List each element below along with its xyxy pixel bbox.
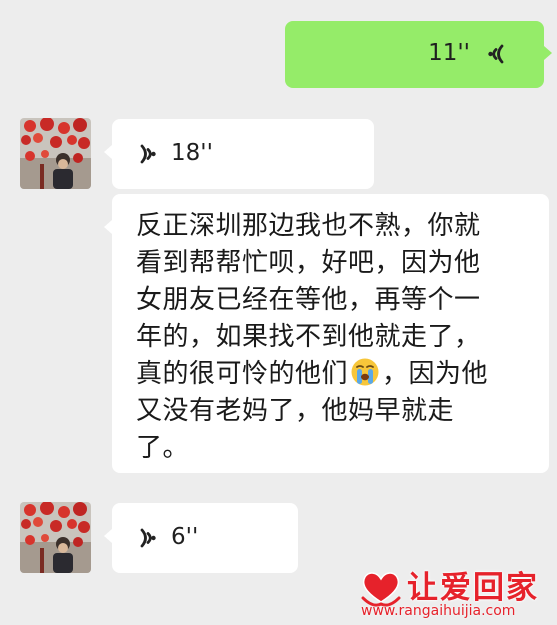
message-line: 女朋友已经在等他，再等个一 [136, 285, 481, 315]
message-line: 年的，如果找不到他就走了， [136, 322, 481, 352]
message-text: 反正深圳那边我也不熟，你就 看到帮帮忙呗，好吧，因为他 女朋友已经在等他，再等个… [136, 208, 529, 467]
message-line: 又没有老妈了，他妈早就走 [136, 396, 455, 426]
message-line: 真的很可怜的他们 ，因为他 [136, 356, 529, 393]
avatar[interactable] [20, 118, 91, 189]
user-avatar-photo [20, 502, 91, 573]
message-segment: ，因为他 [382, 359, 489, 389]
crying-face-emoji [351, 358, 379, 386]
received-voice-message[interactable]: 6'' [104, 503, 298, 573]
message-line: 了。 [136, 433, 190, 463]
watermark: 让爱回家 www.rangaihuijia.com [357, 562, 553, 622]
message-line: 看到帮帮忙呗，好吧，因为他 [136, 248, 481, 278]
voice-wave-icon [488, 44, 504, 64]
bubble-tail [544, 46, 552, 60]
received-text-message[interactable]: 反正深圳那边我也不熟，你就 看到帮帮忙呗，好吧，因为他 女朋友已经在等他，再等个… [104, 194, 549, 473]
user-avatar-photo [20, 118, 91, 189]
heart-hands-logo [361, 572, 401, 607]
watermark-url: www.rangaihuijia.com [361, 603, 516, 619]
received-voice-message[interactable]: 18'' [104, 119, 374, 189]
message-segment: 真的很可怜的他们 [136, 359, 349, 389]
voice-wave-icon [140, 144, 156, 164]
voice-duration: 11'' [428, 40, 470, 66]
voice-duration: 6'' [171, 524, 199, 550]
bubble-tail [104, 220, 112, 234]
message-line: 反正深圳那边我也不熟，你就 [136, 211, 481, 241]
watermark-title: 让爱回家 [407, 570, 539, 606]
voice-duration: 18'' [171, 140, 213, 166]
sent-voice-message[interactable]: 11'' [285, 21, 552, 88]
avatar[interactable] [20, 502, 91, 573]
bubble-tail [104, 145, 112, 159]
bubble-tail [104, 529, 112, 543]
voice-wave-icon [140, 528, 156, 548]
